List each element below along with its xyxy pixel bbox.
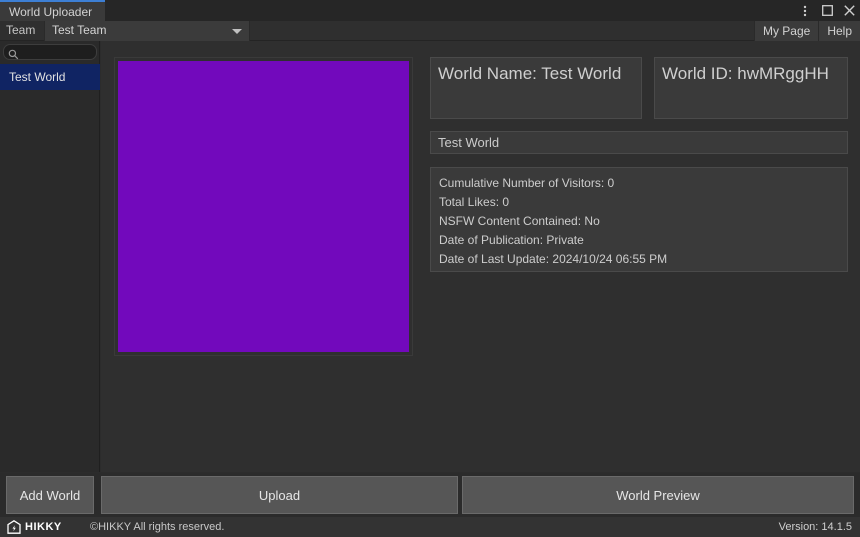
hikky-logo: HIKKY xyxy=(7,520,62,534)
copyright-text: ©HIKKY All rights reserved. xyxy=(90,521,224,533)
world-name-field: World Name: Test World xyxy=(430,57,642,119)
maximize-icon[interactable] xyxy=(816,0,838,21)
stat-nsfw: NSFW Content Contained: No xyxy=(439,212,839,231)
world-uploader-window: World Uploader xyxy=(0,0,860,537)
world-info-column: World Name: Test World World ID: hwMRggH… xyxy=(430,57,848,272)
main-content: World Name: Test World World ID: hwMRggH… xyxy=(101,41,860,472)
sidebar-item-test-world[interactable]: Test World xyxy=(0,64,100,90)
title-bar: World Uploader xyxy=(0,0,860,21)
hikky-logo-text: HIKKY xyxy=(25,521,62,533)
footer-bar: HIKKY ©HIKKY All rights reserved. Versio… xyxy=(0,517,860,537)
team-dropdown-value: Test Team xyxy=(52,23,106,37)
search-icon xyxy=(8,47,19,58)
more-vertical-icon[interactable] xyxy=(794,0,816,21)
stat-visitors: Cumulative Number of Visitors: 0 xyxy=(439,174,839,193)
upload-button[interactable]: Upload xyxy=(101,476,458,514)
menu-item-help-label: Help xyxy=(827,24,852,38)
chevron-down-icon xyxy=(232,29,242,34)
world-preview-button[interactable]: World Preview xyxy=(462,476,854,514)
world-identity-row: World Name: Test World World ID: hwMRggH… xyxy=(430,57,848,119)
window-tab-label: World Uploader xyxy=(9,5,92,19)
world-thumbnail-image xyxy=(118,61,409,352)
world-preview-button-label: World Preview xyxy=(616,488,700,503)
search-box[interactable] xyxy=(3,44,97,60)
window-tab-world-uploader[interactable]: World Uploader xyxy=(0,0,105,21)
world-description-field[interactable]: Test World xyxy=(430,131,848,154)
search-input[interactable] xyxy=(21,45,93,59)
team-dropdown[interactable]: Test Team xyxy=(44,21,250,41)
stat-publication-date: Date of Publication: Private xyxy=(439,231,839,250)
team-label: Team xyxy=(6,23,35,37)
menu-bar-right: My Page Help xyxy=(754,21,860,41)
upload-button-label: Upload xyxy=(259,488,300,503)
action-bar: Add World Upload World Preview xyxy=(0,473,860,517)
hikky-house-bolt-icon xyxy=(7,520,21,534)
close-icon[interactable] xyxy=(838,0,860,21)
version-text: Version: 14.1.5 xyxy=(779,521,852,533)
add-world-button-label: Add World xyxy=(20,488,80,503)
world-id-field: World ID: hwMRggHH xyxy=(654,57,848,119)
menu-bar: Team Test Team My Page Help xyxy=(0,21,860,41)
window-controls xyxy=(794,0,860,21)
stat-total-likes: Total Likes: 0 xyxy=(439,193,839,212)
add-world-button[interactable]: Add World xyxy=(6,476,94,514)
sidebar-item-label: Test World xyxy=(9,70,65,84)
world-thumbnail-frame[interactable] xyxy=(114,57,413,356)
stat-last-update: Date of Last Update: 2024/10/24 06:55 PM xyxy=(439,250,839,269)
world-stats-panel: Cumulative Number of Visitors: 0 Total L… xyxy=(430,167,848,272)
sidebar: Test World xyxy=(0,41,100,472)
menu-item-my-page-label: My Page xyxy=(763,24,810,38)
menu-item-my-page[interactable]: My Page xyxy=(754,21,818,41)
menu-item-help[interactable]: Help xyxy=(818,21,860,41)
world-list: Test World xyxy=(0,64,100,90)
